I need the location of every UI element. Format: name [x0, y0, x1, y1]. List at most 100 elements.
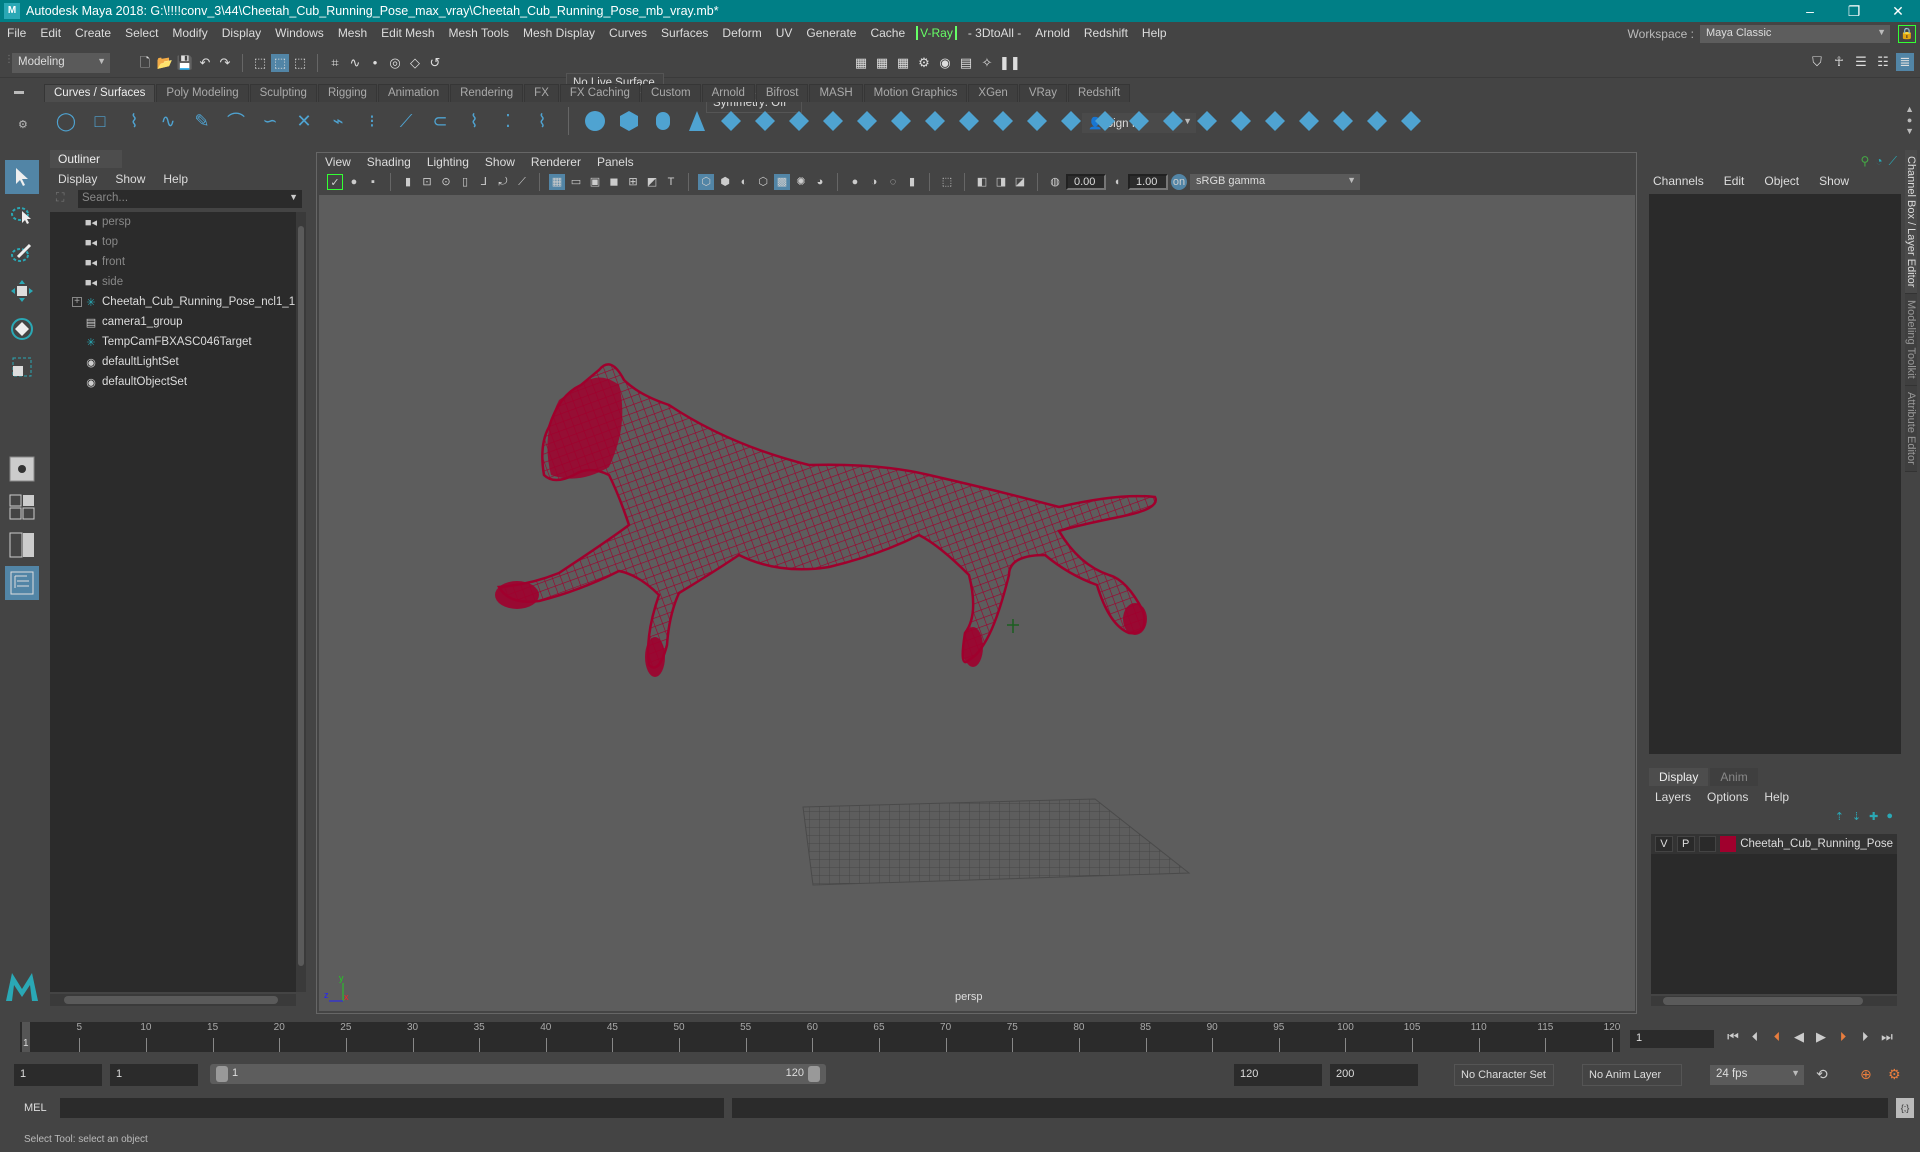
default-material-icon[interactable]: ◐: [736, 174, 752, 190]
outliner-item[interactable]: ▤ camera1_group: [50, 312, 296, 332]
channel-box-menu-object[interactable]: Object: [1764, 174, 1799, 188]
shelf-settings-icon[interactable]: ⚙: [18, 118, 28, 131]
shelf-tab-mash[interactable]: MASH: [809, 84, 863, 102]
outliner-hscrollbar[interactable]: [50, 994, 296, 1006]
animation-start-field[interactable]: 1: [14, 1064, 102, 1086]
select-camera-icon[interactable]: ▮: [400, 174, 416, 190]
menu-surfaces[interactable]: Surfaces: [654, 26, 715, 40]
trim-tool-icon[interactable]: [1159, 107, 1187, 135]
menu-display[interactable]: Display: [215, 26, 268, 40]
channel-box-menu-edit[interactable]: Edit: [1724, 174, 1745, 188]
camera-bookmark-icon[interactable]: ⊙: [438, 174, 454, 190]
loft-icon[interactable]: [819, 107, 847, 135]
planar-icon[interactable]: [853, 107, 881, 135]
pan-zoom-icon[interactable]: ⟋: [514, 174, 530, 190]
safe-action-icon[interactable]: ◩: [644, 174, 660, 190]
step-forward-frame-icon[interactable]: ⏵: [1856, 1028, 1874, 1046]
square-surface-icon[interactable]: [989, 107, 1017, 135]
filter-icon[interactable]: ⛶: [56, 190, 64, 205]
viewport-menu-renderer[interactable]: Renderer: [531, 155, 581, 169]
step-forward-key-icon[interactable]: ⏵: [1834, 1028, 1852, 1046]
scale-tool-icon[interactable]: [5, 350, 39, 384]
menu-select[interactable]: Select: [118, 26, 165, 40]
shelf-tab-sculpting[interactable]: Sculpting: [249, 84, 317, 102]
visibility-toggle[interactable]: V: [1655, 836, 1673, 852]
ipr-render-icon[interactable]: ▦: [894, 54, 912, 72]
shelf-tab-redshift[interactable]: Redshift: [1067, 84, 1131, 102]
gamma-field[interactable]: [1128, 174, 1168, 190]
viewport-menu-shading[interactable]: Shading: [367, 155, 411, 169]
xray-joints-icon[interactable]: ◨: [993, 174, 1009, 190]
animation-end-field[interactable]: 200: [1330, 1064, 1418, 1086]
channel-box-icon[interactable]: ≣: [1896, 53, 1914, 71]
go-to-start-icon[interactable]: ⏮: [1724, 1028, 1742, 1046]
surface-editing-icon[interactable]: [1397, 107, 1425, 135]
wireframe-on-shaded-icon[interactable]: ⬡: [755, 174, 771, 190]
move-layer-down-icon[interactable]: ⇣: [1852, 810, 1861, 823]
add-points-icon[interactable]: ⁚: [494, 107, 522, 135]
shelf-tab-fx-caching[interactable]: FX Caching: [559, 84, 640, 102]
film-gate-icon[interactable]: ⤾: [495, 174, 511, 190]
shelf-tab-xgen[interactable]: XGen: [968, 84, 1018, 102]
minimize-button[interactable]: –: [1788, 0, 1832, 22]
step-back-key-icon[interactable]: ⏴: [1768, 1028, 1786, 1046]
undo-icon[interactable]: ↶: [196, 54, 214, 72]
ep-curve-icon[interactable]: ∿: [154, 107, 182, 135]
menu-help[interactable]: Help: [1135, 26, 1174, 40]
shelf-tab-poly-modeling[interactable]: Poly Modeling: [156, 84, 249, 102]
isolate-select-icon[interactable]: ⬚: [939, 174, 955, 190]
outliner-menu-display[interactable]: Display: [58, 172, 97, 186]
hypershade-icon[interactable]: ◉: [936, 54, 954, 72]
outliner-tab[interactable]: Outliner: [50, 150, 122, 168]
outliner-item[interactable]: ■◂ side: [50, 272, 296, 292]
play-backwards-icon[interactable]: ◀: [1790, 1028, 1808, 1046]
lights-icon[interactable]: ✺: [793, 174, 809, 190]
select-component-icon[interactable]: ⬚: [291, 54, 309, 72]
shelf-scroll[interactable]: ▲ ● ▼: [1905, 104, 1914, 137]
snap-point-icon[interactable]: •: [366, 54, 384, 72]
insert-knot-icon[interactable]: ⁝: [358, 107, 386, 135]
layer-row[interactable]: V P Cheetah_Cub_Running_Pose: [1651, 834, 1897, 854]
menu-mesh-display[interactable]: Mesh Display: [516, 26, 602, 40]
project-curve-icon[interactable]: [1091, 107, 1119, 135]
viewport-menu-view[interactable]: View: [325, 155, 351, 169]
wireframe-icon[interactable]: ⬡: [698, 174, 714, 190]
outliner-item[interactable]: ✳ TempCamFBXASC046Target: [50, 332, 296, 352]
boundary-icon[interactable]: [955, 107, 983, 135]
anim-layer-dropdown[interactable]: No Anim Layer: [1582, 1064, 1682, 1086]
shelf-tab-bifrost[interactable]: Bifrost: [755, 84, 809, 102]
select-object-icon[interactable]: ⬚: [271, 54, 289, 72]
character-set-dropdown[interactable]: No Character Set: [1454, 1064, 1554, 1086]
snap-grid-icon[interactable]: ⌗: [326, 54, 344, 72]
gate-mask-icon[interactable]: ◼: [606, 174, 622, 190]
expand-toggle-icon[interactable]: +: [72, 297, 82, 307]
render-settings-icon[interactable]: ⚙: [915, 54, 933, 72]
pause-viewport-icon[interactable]: ❚❚: [999, 54, 1021, 72]
playback-start-field[interactable]: 1: [110, 1064, 198, 1086]
offset-curve-icon[interactable]: ⊂: [426, 107, 454, 135]
nurbs-cone-icon[interactable]: [683, 107, 711, 135]
menu-curves[interactable]: Curves: [602, 26, 654, 40]
select-hierarchy-icon[interactable]: ⬚: [251, 54, 269, 72]
snap-view-icon[interactable]: ◎: [386, 54, 404, 72]
layer-tab-anim[interactable]: Anim: [1710, 768, 1758, 786]
time-slider[interactable]: 1 5 10 15 20 25 30 35 40 45 50 55 60 65 70 75 80 85 90 95 10…: [20, 1022, 1620, 1052]
untrim-icon[interactable]: [1193, 107, 1221, 135]
film-gate-mask-icon[interactable]: ▭: [568, 174, 584, 190]
tool-settings-icon[interactable]: ☷: [1874, 53, 1892, 71]
display-type-toggle[interactable]: [1698, 836, 1717, 852]
layer-color-swatch[interactable]: [1720, 836, 1737, 852]
animation-prefs-icon[interactable]: ⚙: [1888, 1066, 1901, 1083]
three-point-arc-icon[interactable]: ⌒: [222, 107, 250, 135]
shelf-tab-rigging[interactable]: Rigging: [317, 84, 377, 102]
outliner-item[interactable]: ◉ defaultObjectSet: [50, 372, 296, 392]
lasso-tool-icon[interactable]: [5, 198, 39, 232]
outliner-scrollbar[interactable]: [296, 212, 306, 992]
character-controls-icon[interactable]: ☥: [1830, 53, 1848, 71]
menu-file[interactable]: File: [0, 26, 33, 40]
outliner-item[interactable]: + ✳ Cheetah_Cub_Running_Pose_ncl1_1: [50, 292, 296, 312]
viewport-menu-show[interactable]: Show: [485, 155, 515, 169]
curve-editing-icon[interactable]: ⌇: [528, 107, 556, 135]
outliner-item[interactable]: ◉ defaultLightSet: [50, 352, 296, 372]
outliner-item[interactable]: ■◂ front: [50, 252, 296, 272]
